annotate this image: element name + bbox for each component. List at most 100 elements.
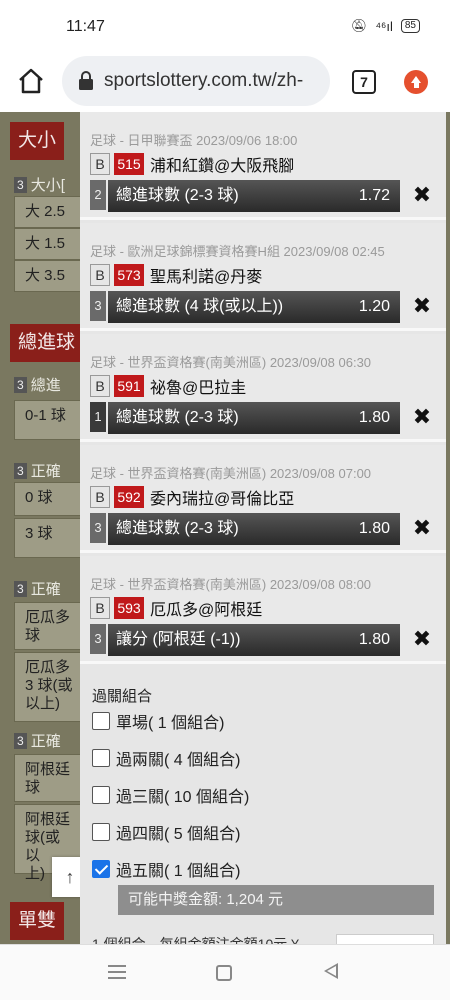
subsection-label: 3 正確: [14, 578, 61, 599]
parlay-option[interactable]: 過四關( 5 個組合): [92, 820, 240, 844]
remove-bet-icon[interactable]: ✖: [410, 294, 434, 318]
selection-bar[interactable]: 總進球數 (2-3 球) 1.80: [108, 513, 400, 545]
upload-icon[interactable]: [404, 70, 428, 94]
selection-label: 總進球數 (2-3 球): [116, 187, 239, 204]
remove-bet-icon[interactable]: ✖: [410, 516, 434, 540]
odds-cell[interactable]: 3 球: [14, 518, 84, 558]
bet-card: 足球 - 世界盃資格賽(南美洲區) 2023/09/08 06:30 B 591…: [80, 334, 446, 442]
stake-text: 1 個組合，每組金額注金額10元 ¥: [92, 936, 299, 944]
signal-icon: ⁴⁶ıl: [375, 18, 393, 34]
game-number: 573: [114, 264, 144, 286]
count-tag: 3: [90, 624, 106, 654]
game-number: 593: [114, 597, 144, 619]
battery-icon: 85: [400, 19, 420, 33]
match-name: 聖馬利諾@丹麥: [150, 269, 263, 286]
odds-cell[interactable]: 0-1 球: [14, 400, 84, 440]
parlay-option-label: 單場( 1 個組合): [116, 715, 225, 732]
browser-toolbar: sportslottery.com.tw/zh- 7: [0, 52, 450, 112]
remove-bet-icon[interactable]: ✖: [410, 183, 434, 207]
odds-cell[interactable]: 厄瓜多 球: [14, 602, 84, 650]
parlay-title: 過關組合: [92, 688, 153, 705]
bet-meta: 足球 - 世界盃資格賽(南美洲區) 2023/09/08 07:00: [90, 466, 372, 481]
odds-cell[interactable]: 大 3.5: [14, 260, 84, 292]
subsection-label: 3 大小[: [14, 174, 65, 195]
parlay-option[interactable]: 過三關( 10 個組合): [92, 783, 249, 807]
bet-card: 足球 - 世界盃資格賽(南美洲區) 2023/09/08 07:00 B 592…: [80, 445, 446, 553]
home-icon[interactable]: [16, 66, 46, 96]
recent-apps-icon[interactable]: [108, 965, 126, 979]
match-name: 浦和紅鑽@大阪飛腳: [150, 158, 295, 175]
odds-cell[interactable]: 大 2.5: [14, 196, 84, 228]
count-tag: 3: [90, 513, 106, 543]
system-nav-bar: [0, 944, 450, 1000]
selection-odds: 1.80: [358, 631, 390, 648]
selection-label: 讓分 (阿根廷 (-1)): [116, 631, 241, 648]
bet-card: 足球 - 日甲聯賽盃 2023/09/06 18:00 B 515 浦和紅鑽@大…: [80, 112, 446, 220]
subsection-label: 3 總進: [14, 374, 61, 395]
parlay-option[interactable]: 過五關( 1 個組合): [92, 857, 240, 881]
match-name: 祕魯@巴拉圭: [150, 380, 247, 397]
game-number: 591: [114, 375, 144, 397]
mute-icon: 🔕︎: [350, 18, 368, 33]
tab-switcher-button[interactable]: 7: [352, 70, 376, 94]
count-tag: 1: [90, 402, 106, 432]
checkbox[interactable]: [92, 823, 110, 841]
selection-label: 總進球數 (2-3 球): [116, 409, 239, 426]
stake-input[interactable]: [336, 934, 434, 944]
remove-bet-icon[interactable]: ✖: [410, 405, 434, 429]
game-number: 515: [114, 153, 144, 175]
section-title-total-goals: 總進球: [10, 324, 84, 362]
bet-card: 足球 - 歐洲足球錦標賽資格賽H組 2023/09/08 02:45 B 573…: [80, 223, 446, 331]
parlay-option-label: 過兩關( 4 個組合): [116, 752, 241, 769]
subsection-label: 3 正確: [14, 460, 61, 481]
match-name: 委內瑞拉@哥倫比亞: [150, 491, 295, 508]
bet-type-badge: B: [90, 264, 110, 286]
bet-slip-panel: 足球 - 日甲聯賽盃 2023/09/06 18:00 B 515 浦和紅鑽@大…: [80, 112, 446, 944]
remove-bet-icon[interactable]: ✖: [410, 627, 434, 651]
potential-winnings: 可能中獎金額: 1,204 元: [118, 885, 434, 915]
checkbox-checked[interactable]: [92, 860, 110, 878]
parlay-option-label: 過三關( 10 個組合): [116, 789, 250, 806]
bet-type-badge: B: [90, 375, 110, 397]
odds-cell[interactable]: 0 球: [14, 482, 84, 516]
odds-cell[interactable]: 厄瓜多 3 球(或 以上): [14, 652, 84, 722]
status-icons: 🔕︎ ⁴⁶ıl 85: [351, 18, 420, 34]
selection-label: 總進球數 (2-3 球): [116, 520, 239, 537]
selection-bar[interactable]: 總進球數 (2-3 球) 1.80: [108, 402, 400, 434]
status-time: 11:47: [66, 18, 105, 35]
bet-meta: 足球 - 日甲聯賽盃 2023/09/06 18:00: [90, 133, 298, 148]
bet-meta: 足球 - 歐洲足球錦標賽資格賽H組 2023/09/08 02:45: [90, 244, 385, 259]
selection-bar[interactable]: 讓分 (阿根廷 (-1)) 1.80: [108, 624, 400, 656]
status-bar: 11:47 🔕︎ ⁴⁶ıl 85: [0, 0, 450, 52]
section-title-over-under: 大小: [10, 122, 65, 160]
checkbox[interactable]: [92, 712, 110, 730]
address-bar[interactable]: sportslottery.com.tw/zh-: [62, 56, 330, 106]
count-tag: 2: [90, 180, 106, 210]
parlay-option[interactable]: 過兩關( 4 個組合): [92, 746, 240, 770]
home-nav-icon[interactable]: [216, 965, 232, 981]
selection-odds: 1.80: [358, 520, 390, 537]
selection-label: 總進球數 (4 球(或以上)): [116, 298, 284, 315]
bet-meta: 足球 - 世界盃資格賽(南美洲區) 2023/09/08 06:30: [90, 355, 372, 370]
checkbox[interactable]: [92, 749, 110, 767]
bet-meta: 足球 - 世界盃資格賽(南美洲區) 2023/09/08 08:00: [90, 577, 372, 592]
bet-type-badge: B: [90, 597, 110, 619]
parlay-option-label: 過四關( 5 個組合): [116, 826, 241, 843]
selection-odds: 1.20: [358, 298, 390, 315]
checkbox[interactable]: [92, 786, 110, 804]
parlay-option-label: 過五關( 1 個組合): [116, 863, 241, 880]
url-text: sportslottery.com.tw/zh-: [104, 70, 304, 91]
game-number: 592: [114, 486, 144, 508]
selection-odds: 1.80: [358, 409, 390, 426]
selection-bar[interactable]: 總進球數 (2-3 球) 1.72: [108, 180, 400, 212]
bet-type-badge: B: [90, 153, 110, 175]
selection-bar[interactable]: 總進球數 (4 球(或以上)) 1.20: [108, 291, 400, 323]
section-title-odd-even: 單雙: [10, 902, 65, 940]
back-icon[interactable]: [324, 963, 338, 979]
bet-type-badge: B: [90, 486, 110, 508]
odds-cell[interactable]: 大 1.5: [14, 228, 84, 260]
lock-icon: [79, 71, 93, 90]
odds-cell[interactable]: 阿根廷 球: [14, 754, 84, 802]
parlay-option[interactable]: 單場( 1 個組合): [92, 709, 224, 733]
bet-card: 足球 - 世界盃資格賽(南美洲區) 2023/09/08 08:00 B 593…: [80, 556, 446, 664]
